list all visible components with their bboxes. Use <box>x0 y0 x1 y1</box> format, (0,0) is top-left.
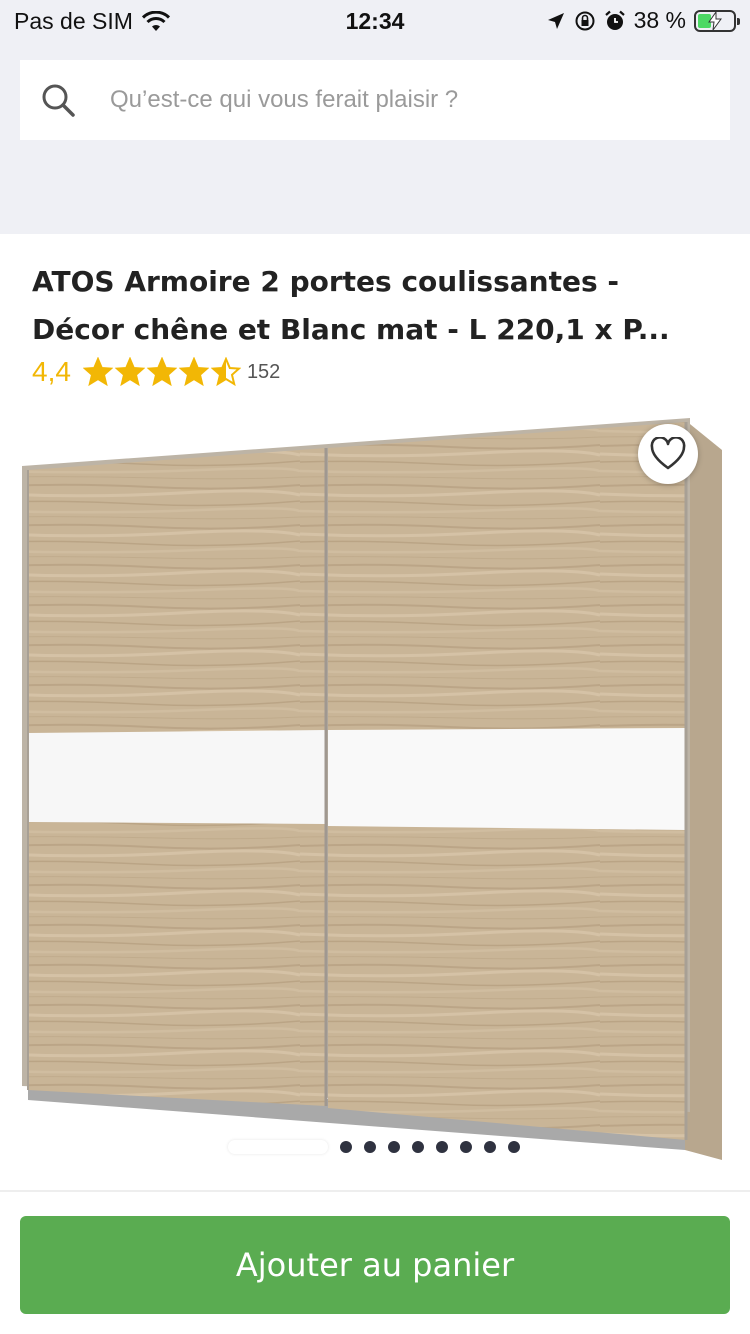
carousel-dot[interactable] <box>484 1141 496 1153</box>
carousel-dot[interactable] <box>388 1141 400 1153</box>
search-area <box>0 40 750 234</box>
status-right: 38 % <box>546 7 740 34</box>
location-arrow-icon <box>547 12 564 29</box>
star-icon <box>114 357 145 387</box>
rotation-lock-icon <box>575 11 595 30</box>
status-bar: Pas de SIM 12:34 38 % <box>0 0 750 40</box>
carousel-active-indicator <box>228 1140 328 1154</box>
battery-percent: 38 % <box>633 7 686 33</box>
review-count: 152 <box>246 360 281 383</box>
search-box[interactable] <box>20 60 730 140</box>
carousel-dot[interactable] <box>508 1141 520 1153</box>
divider <box>0 1190 750 1192</box>
star-icon <box>82 357 113 387</box>
carousel-dot[interactable] <box>364 1141 376 1153</box>
add-to-cart-button[interactable]: Ajouter au panier <box>20 1216 730 1314</box>
carousel-dot[interactable] <box>340 1141 352 1153</box>
carousel-dot[interactable] <box>460 1141 472 1153</box>
rating-value: 4,4 <box>32 356 71 387</box>
star-icon <box>146 357 177 387</box>
alarm-icon <box>604 10 625 30</box>
carousel-dot[interactable] <box>412 1141 424 1153</box>
carousel-dot[interactable] <box>436 1141 448 1153</box>
battery-icon <box>694 9 740 32</box>
image-carousel-indicator[interactable] <box>228 1140 520 1154</box>
search-input[interactable] <box>110 86 670 114</box>
search-icon <box>42 84 75 117</box>
star-icon <box>178 357 209 387</box>
star-icon <box>210 357 241 387</box>
product-title: ATOS Armoire 2 portes coulissantes - Déc… <box>32 265 670 346</box>
rating-row[interactable]: 4,4 152 <box>32 356 280 388</box>
favorite-button[interactable] <box>638 424 698 484</box>
product-image[interactable] <box>0 400 750 1190</box>
rating-stars <box>82 357 241 387</box>
charging-bolt-icon <box>708 11 722 30</box>
heart-icon <box>650 437 686 470</box>
